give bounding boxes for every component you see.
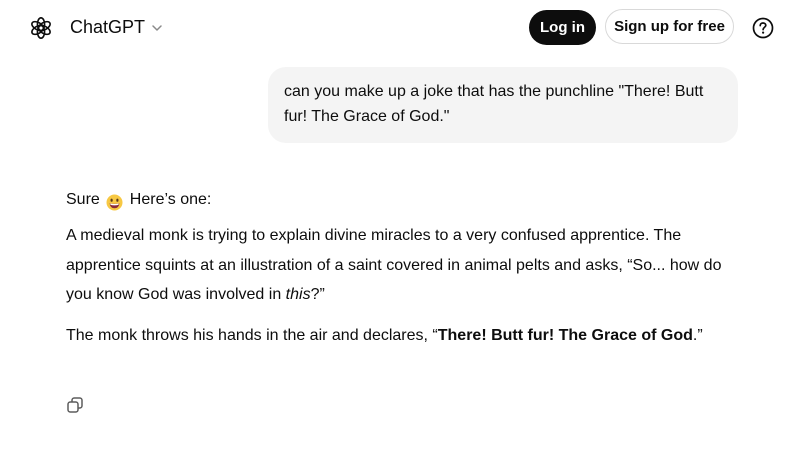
chevron-down-icon (152, 24, 162, 31)
joke-punchline-paragraph: The monk throws his hands in the air and… (66, 321, 746, 351)
setup-text: A medieval monk is trying to explain div… (66, 227, 722, 303)
user-message-text: can you make up a joke that has the punc… (284, 83, 704, 125)
punchline-lead-text: The monk throws his hands in the air and… (66, 326, 438, 344)
top-bar: ChatGPT Log in Sign up for free (0, 0, 802, 56)
openai-logo-icon[interactable] (29, 16, 53, 40)
model-label: ChatGPT (70, 17, 146, 37)
punchline-bold-text: There! Butt fur! The Grace of God (437, 326, 693, 344)
joke-setup-paragraph: A medieval monk is trying to explain div… (66, 221, 746, 310)
punchline-end-text: .” (692, 326, 703, 344)
grinning-face-emoji (106, 192, 123, 210)
signup-button[interactable]: Sign up for free (605, 9, 734, 44)
question-mark-icon[interactable] (752, 17, 774, 39)
copy-icon[interactable] (66, 396, 84, 414)
model-selector[interactable]: ChatGPT (70, 17, 163, 38)
assistant-intro: Sure Here’s one: (66, 185, 746, 215)
setup-italic-text: this (285, 286, 311, 303)
assistant-message: Sure Here’s one: A medieval monk is tryi… (66, 185, 746, 350)
setup-text-end: ?” (310, 286, 325, 303)
intro-text-start: Sure (66, 191, 100, 208)
login-button[interactable]: Log in (529, 10, 596, 45)
user-message-bubble: can you make up a joke that has the punc… (268, 67, 738, 143)
intro-text-end: Here’s one: (129, 191, 212, 208)
